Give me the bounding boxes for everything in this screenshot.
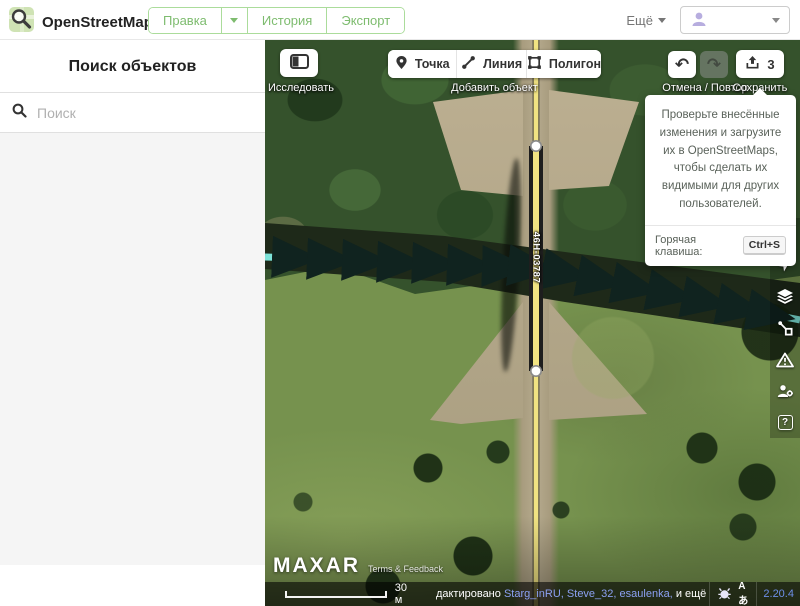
hotkey-label: Горячая клавиша: [655,234,737,258]
chevron-down-icon [658,18,666,23]
help-button[interactable]: ? [775,413,795,433]
chevron-down-icon [772,18,780,23]
browse-mode-button[interactable] [280,49,318,77]
translate-icon[interactable]: Aあ [738,581,749,606]
point-icon [395,55,408,73]
feature-search-sidebar: Поиск объектов [0,40,265,606]
sidebar-results-area [0,133,265,565]
undo-icon: ↶ [675,55,689,75]
topbar-right: Ещё [626,0,790,40]
add-feature-label: Добавить объект [388,82,601,94]
line-icon [461,55,476,73]
save-tooltip-hotkey-row: Горячая клавиша: Ctrl+S [645,225,796,266]
issues-button[interactable] [775,350,795,370]
line-label: Линия [483,57,522,71]
undo-button[interactable]: ↶ [668,51,696,78]
edit-dropdown-button[interactable] [222,8,248,33]
openstreetmap-logo-icon [8,6,35,38]
search-icon [12,103,27,123]
sidebar-title: Поиск объектов [0,40,265,92]
statusbar-icons: Aあ [709,582,756,606]
main-nav: Правка История Экспорт [148,7,405,34]
add-feature-toolbar: Точка Линия Полигон [388,50,601,78]
export-button[interactable]: Экспорт [327,8,404,33]
user-menu-button[interactable] [680,6,790,34]
upload-icon [745,55,760,73]
brand[interactable]: OpenStreetMap [8,6,153,38]
area-icon [527,55,542,73]
top-navbar: OpenStreetMap Правка История Экспорт Ещё [0,0,800,40]
scale-bar [285,591,387,598]
save-count-badge: 3 [767,57,774,72]
add-line-button[interactable]: Линия [457,50,526,78]
imagery-attribution: MAXAR Terms & Feedback [273,554,443,578]
add-point-button[interactable]: Точка [388,50,457,78]
redo-button[interactable]: ↷ [700,51,728,78]
version-link[interactable]: 2.20.4 [756,582,800,606]
edit-button[interactable]: Правка [149,8,222,33]
bug-report-icon[interactable] [717,586,732,603]
background-layers-button[interactable] [775,286,795,306]
save-button[interactable]: 3 [736,50,784,78]
preferences-button[interactable] [775,381,795,401]
road-ref-label: 46Н-03787 [531,223,542,293]
edited-prefix: дактировано [436,588,501,600]
browse-icon [290,54,309,72]
user-link[interactable]: Starg_inRU, [504,588,564,600]
browse-label: Исследовать [265,82,337,94]
status-bar: 30 м дактировано Starg_inRU, Steve_32, e… [265,582,800,606]
scale-label: 30 м [395,582,414,606]
save-tooltip: Проверьте внесённые изменения и загрузит… [645,95,796,266]
add-area-button[interactable]: Полигон [527,50,601,78]
bridge-vertex-bottom[interactable] [531,366,541,376]
area-label: Полигон [549,57,601,71]
more-menu[interactable]: Ещё [626,13,666,28]
more-users-prefix: и ещё [676,588,707,600]
map-canvas[interactable]: 46Н-03787 Исследовать Точка Линия [265,40,800,606]
brand-title: OpenStreetMap [42,14,153,31]
bridge-vertex-top[interactable] [531,141,541,151]
imagery-brand-logo: MAXAR [273,554,360,578]
user-link[interactable]: esaulenka, [620,588,673,600]
search-row [0,93,265,133]
history-button[interactable]: История [248,8,327,33]
save-tooltip-text: Проверьте внесённые изменения и загрузит… [645,95,796,225]
hotkey-kbd: Ctrl+S [743,236,786,255]
id-editor-app: OpenStreetMap Правка История Экспорт Ещё… [0,0,800,606]
point-label: Точка [415,57,450,71]
imagery-terms-link[interactable]: Terms & Feedback [368,564,443,578]
map-data-button[interactable] [775,318,795,338]
user-link[interactable]: Steve_32, [567,588,617,600]
redo-icon: ↷ [707,55,721,75]
search-input[interactable] [37,105,253,121]
help-icon: ? [778,415,793,430]
chevron-down-icon [230,18,238,23]
edited-by-text: дактировано Starg_inRU, Steve_32, esaule… [436,588,709,600]
user-avatar-icon [690,10,708,31]
more-label: Ещё [626,13,653,28]
